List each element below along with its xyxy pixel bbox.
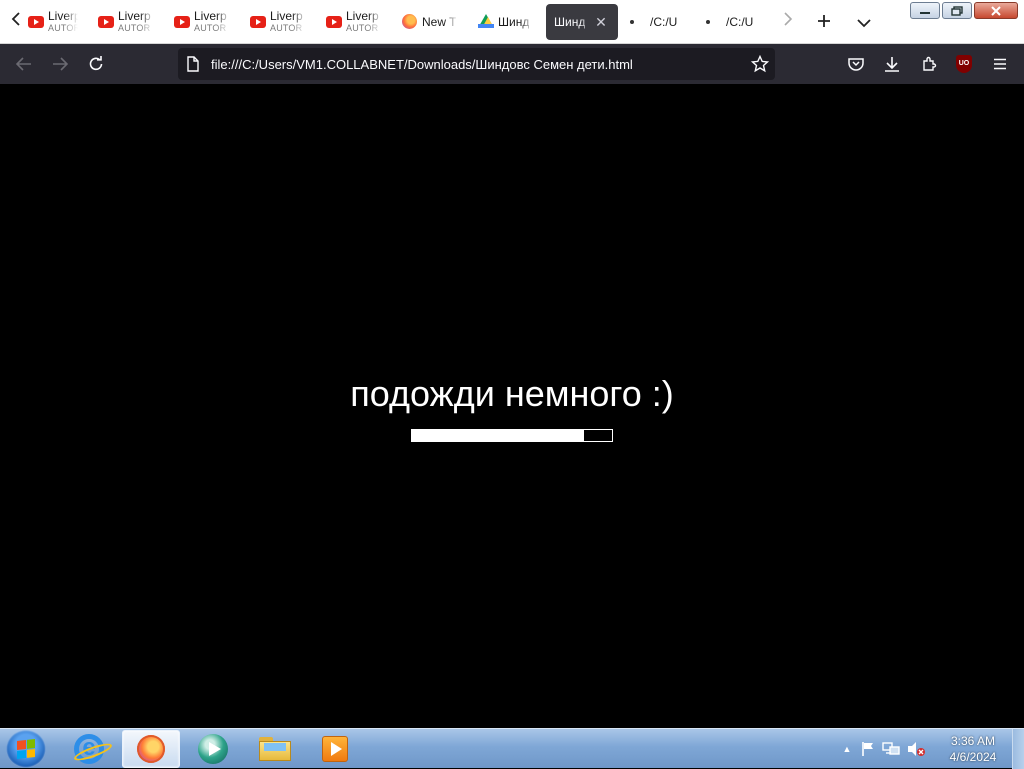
progress-bar [411, 429, 613, 442]
chevron-down-icon [857, 19, 871, 28]
close-tab-icon[interactable]: ✕ [594, 15, 608, 29]
window-controls [910, 2, 1018, 19]
pocket-icon [848, 58, 864, 71]
tab-local-file-1[interactable]: /C:/U [630, 4, 690, 40]
close-icon [991, 5, 1001, 16]
tab-dot-icon [706, 20, 710, 24]
tab-youtube-4[interactable]: Liverp AUTOR [250, 4, 306, 40]
back-button[interactable] [12, 52, 36, 76]
tab-google-drive[interactable]: Шинд [478, 4, 534, 40]
url-text[interactable]: file:///C:/Users/VM1.COLLABNET/Downloads… [211, 57, 633, 72]
extensions-icon [923, 56, 937, 71]
progress-bar-fill [412, 430, 584, 441]
action-center-flag-icon[interactable] [860, 741, 876, 757]
windows-logo-icon [17, 739, 35, 759]
system-tray: ▲ [840, 729, 926, 769]
forward-button[interactable] [48, 52, 72, 76]
chevron-right-icon [784, 12, 793, 26]
youtube-icon [174, 14, 190, 30]
downloads-icon [885, 57, 899, 72]
tab-title: /C:/U [726, 15, 754, 29]
list-all-tabs-button[interactable] [852, 10, 876, 34]
taskbar-media-center[interactable] [306, 730, 364, 768]
tab-active-page[interactable]: Шинд ✕ [546, 4, 618, 40]
minimize-icon [920, 11, 930, 14]
extensions-button[interactable] [917, 52, 941, 76]
show-desktop-button[interactable] [1012, 729, 1024, 769]
show-hidden-icons-icon[interactable]: ▲ [840, 742, 854, 756]
internet-explorer-icon: e [72, 734, 114, 764]
loading-message: подожди немного :) [350, 373, 674, 414]
address-bar[interactable]: file:///C:/Users/VM1.COLLABNET/Downloads… [178, 48, 775, 80]
windows-taskbar: e ▲ 3:36 AM 4/6/2024 [0, 728, 1024, 769]
network-icon[interactable] [882, 741, 900, 757]
google-drive-icon [478, 14, 494, 30]
reload-button[interactable] [84, 52, 108, 76]
scroll-tabs-left-button[interactable] [8, 10, 24, 34]
media-player-icon [198, 734, 228, 764]
youtube-icon [28, 14, 44, 30]
youtube-icon [98, 14, 114, 30]
tab-strip: Liverp AUTOR Liverp AUTOR Liverp AUTOR Live… [0, 0, 1024, 44]
youtube-icon [250, 14, 266, 30]
start-button[interactable] [6, 730, 46, 768]
tab-local-file-2[interactable]: /C:/U [706, 4, 766, 40]
taskbar-media-player[interactable] [184, 730, 242, 768]
restore-button[interactable] [942, 2, 972, 19]
tab-youtube-3[interactable]: Liverp AUTOR [174, 4, 230, 40]
bookmark-star-icon[interactable] [750, 54, 770, 78]
close-window-button[interactable] [974, 2, 1018, 19]
taskbar-file-explorer[interactable] [246, 730, 304, 768]
arrow-left-icon [16, 57, 31, 71]
menu-icon [994, 58, 1006, 70]
clock-date: 4/6/2024 [949, 750, 997, 764]
arrow-right-icon [53, 57, 68, 71]
clock-time: 3:36 AM [950, 734, 996, 748]
scroll-tabs-right-button[interactable] [780, 10, 796, 34]
file-explorer-icon [259, 737, 291, 761]
windows-media-center-icon [322, 736, 348, 762]
minimize-button[interactable] [910, 2, 940, 19]
tab-dot-icon [630, 20, 634, 24]
tab-youtube-5[interactable]: Liverp AUTOR [326, 4, 382, 40]
chevron-left-icon [11, 12, 20, 26]
youtube-icon [326, 14, 342, 30]
clock[interactable]: 3:36 AM 4/6/2024 [946, 733, 1000, 765]
reload-icon [89, 56, 103, 71]
tab-youtube-2[interactable]: Liverp AUTOR [98, 4, 154, 40]
ublock-origin-button[interactable]: UO [952, 52, 976, 76]
tab-youtube-1[interactable]: Liverp AUTOR [28, 4, 78, 40]
tab-new-tab[interactable]: New T [402, 4, 458, 40]
plus-icon [818, 15, 830, 27]
document-icon [186, 56, 200, 77]
app-menu-button[interactable] [988, 52, 1012, 76]
taskbar-internet-explorer[interactable]: e [60, 730, 118, 768]
downloads-button[interactable] [880, 52, 904, 76]
firefox-icon [137, 735, 165, 763]
tab-title: /C:/U [650, 15, 678, 29]
ublock-origin-icon: UO [956, 55, 972, 73]
pocket-button[interactable] [844, 52, 868, 76]
firefox-icon [402, 14, 418, 30]
navigation-toolbar: file:///C:/Users/VM1.COLLABNET/Downloads… [0, 44, 1024, 84]
taskbar-firefox[interactable] [122, 730, 180, 768]
new-tab-button[interactable] [812, 10, 836, 34]
volume-muted-icon[interactable] [906, 741, 926, 757]
restore-icon [951, 5, 963, 16]
page-content: подожди немного :) [0, 84, 1024, 728]
